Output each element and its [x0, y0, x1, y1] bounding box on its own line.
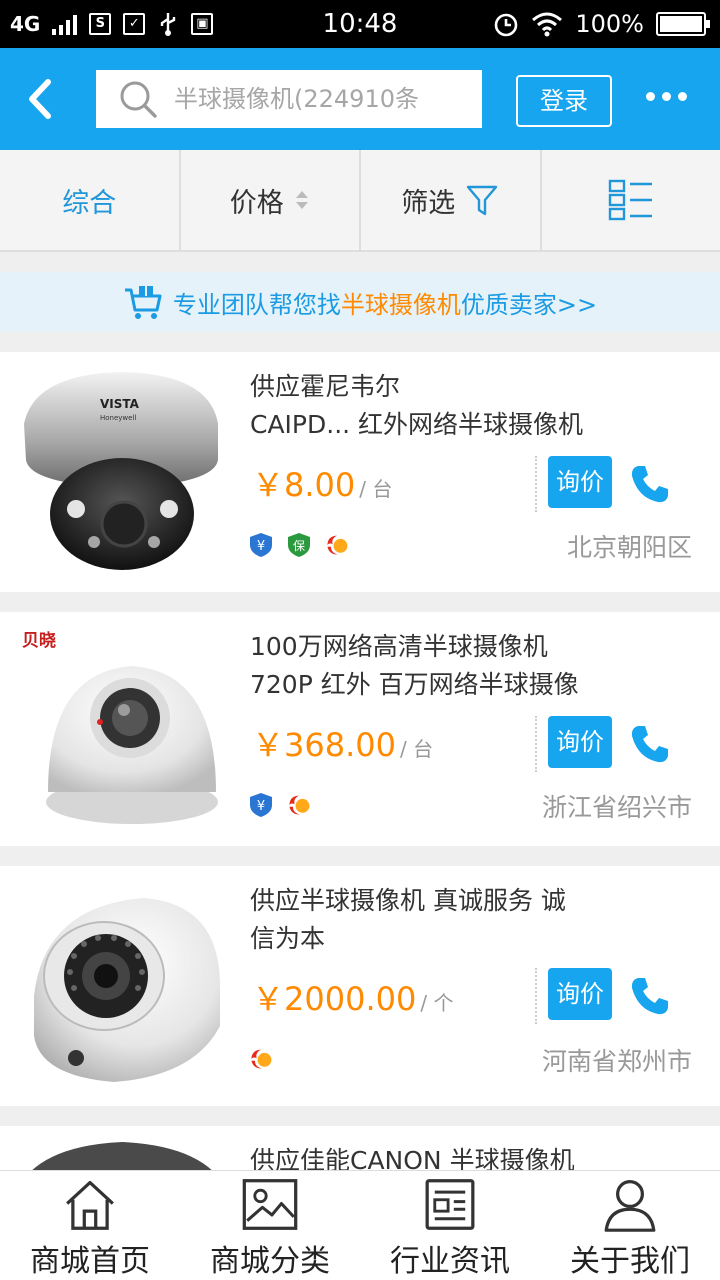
- product-location: 北京朝阳区: [566, 533, 692, 562]
- tab-label: 筛选: [401, 187, 456, 219]
- svg-text:¥: ¥: [257, 539, 265, 554]
- yen-shield-icon: ¥: [250, 533, 272, 557]
- flame-icon: [289, 795, 310, 815]
- product-price: ￥8.00/ 台: [252, 460, 392, 506]
- tab-filter[interactable]: 筛选: [361, 150, 542, 250]
- product-location: 河南省郑州市: [541, 1047, 692, 1076]
- price-unit: / 台: [399, 737, 434, 761]
- trust-badges: ¥: [248, 792, 312, 818]
- price-value: ￥8.00: [252, 466, 356, 504]
- search-box[interactable]: [96, 70, 482, 128]
- alarm-icon: [495, 13, 518, 37]
- price-unit: / 个: [420, 991, 454, 1015]
- product-card[interactable]: 贝晓 100万网络高清半球摄像机 720P 红外 百万网络半球摄像 ￥368.0…: [0, 612, 720, 846]
- product-title[interactable]: 100万网络高清半球摄像机 720P 红外 百万网络半球摄像: [250, 628, 690, 704]
- nav-label: 关于我们: [570, 1244, 690, 1279]
- price-value: ￥2000.00: [252, 980, 417, 1018]
- status-right: 100%: [493, 0, 710, 48]
- news-icon: [425, 1179, 475, 1230]
- person-icon: [604, 1180, 656, 1232]
- seller-finder-banner[interactable]: 专业团队帮您找 半球摄像机 优质卖家>>: [0, 272, 720, 332]
- title-line-1: 供应霍尼韦尔: [250, 372, 401, 401]
- bao-shield-icon: 保: [288, 533, 310, 557]
- inquiry-button[interactable]: 询价: [548, 456, 612, 508]
- inquiry-button[interactable]: 询价: [548, 968, 612, 1020]
- yen-shield-icon: ¥: [250, 793, 272, 817]
- flame-icon: [251, 1049, 272, 1069]
- nav-category[interactable]: 商城分类: [180, 1171, 360, 1280]
- nav-about[interactable]: 关于我们: [540, 1171, 720, 1280]
- price-value: ￥368.00: [252, 726, 396, 764]
- brand-logo-text: 贝晓: [22, 631, 56, 651]
- search-input[interactable]: [174, 85, 474, 113]
- nav-news[interactable]: 行业资讯: [360, 1171, 540, 1280]
- brand-vista-text: VISTA: [100, 397, 140, 411]
- tab-label: 价格: [229, 187, 284, 219]
- tab-comprehensive[interactable]: 综合: [0, 150, 181, 250]
- image-icon: [242, 1179, 298, 1230]
- phone-icon[interactable]: [628, 974, 672, 1018]
- battery-percent: 100%: [575, 10, 644, 38]
- product-title[interactable]: 供应霍尼韦尔 CAIPD... 红外网络半球摄像机: [250, 368, 690, 444]
- divider: [535, 456, 537, 512]
- banner-prefix: 专业团队帮您找: [172, 290, 341, 319]
- wifi-icon: [532, 12, 563, 37]
- divider: [535, 716, 537, 772]
- product-card[interactable]: 供应半球摄像机 真诚服务 诚 信为本 ￥2000.00/ 个 询价 河南省郑州市: [0, 866, 720, 1106]
- trust-badges: [248, 1046, 274, 1072]
- divider: [535, 968, 537, 1024]
- phone-icon[interactable]: [628, 722, 672, 766]
- list-view-icon: [608, 179, 652, 221]
- product-title[interactable]: 供应半球摄像机 真诚服务 诚 信为本: [250, 882, 690, 958]
- title-line-2: CAIPD... 红外网络半球摄像机: [250, 410, 584, 439]
- price-unit: / 台: [359, 477, 393, 501]
- gift-cart-icon: [124, 286, 162, 319]
- battery-icon: [656, 12, 710, 36]
- title-line-1: 供应半球摄像机 真诚服务 诚: [250, 886, 566, 915]
- more-menu-icon[interactable]: [646, 92, 687, 101]
- nav-home[interactable]: 商城首页: [0, 1171, 180, 1280]
- status-bar: 4G S ✓ ▣ 10:48 100%: [0, 0, 720, 48]
- login-button[interactable]: 登录: [516, 75, 612, 127]
- product-price: ￥2000.00/ 个: [252, 974, 453, 1020]
- phone-icon[interactable]: [628, 462, 672, 506]
- banner-keyword: 半球摄像机: [340, 290, 461, 319]
- back-arrow-icon[interactable]: [18, 74, 68, 124]
- bottom-nav: 商城首页 商城分类 行业资讯 关于我们: [0, 1170, 720, 1280]
- svg-text:保: 保: [293, 539, 305, 553]
- nav-label: 商城分类: [210, 1244, 330, 1279]
- banner-suffix: 优质卖家>>: [460, 290, 598, 319]
- tab-label: 综合: [62, 187, 117, 219]
- product-location: 浙江省绍兴市: [541, 793, 692, 822]
- svg-text:¥: ¥: [257, 799, 265, 814]
- nav-label: 行业资讯: [390, 1244, 510, 1279]
- search-icon: [120, 81, 157, 118]
- home-icon: [66, 1180, 114, 1230]
- nav-label: 商城首页: [30, 1244, 150, 1279]
- brand-honeywell-text: Honeywell: [100, 414, 136, 422]
- inquiry-button[interactable]: 询价: [548, 716, 612, 768]
- tab-price[interactable]: 价格: [181, 150, 361, 250]
- filter-funnel-icon: [467, 185, 498, 216]
- top-header: 登录: [0, 48, 720, 150]
- title-line-2: 720P 红外 百万网络半球摄像: [250, 670, 579, 699]
- title-line-2: 信为本: [250, 924, 326, 953]
- app-root: 4G S ✓ ▣ 10:48 100% 登录: [0, 0, 720, 1280]
- sort-bar: 综合 价格 筛选: [0, 150, 720, 252]
- view-toggle-button[interactable]: [542, 150, 720, 250]
- sort-arrows-icon: [295, 191, 308, 209]
- product-image-dome-camera: VISTA Honeywell: [24, 372, 218, 570]
- product-image-dome-camera: 贝晓: [18, 628, 218, 824]
- product-price: ￥368.00/ 台: [252, 720, 433, 766]
- trust-badges: ¥ 保: [248, 532, 350, 558]
- product-card[interactable]: VISTA Honeywell 供应霍尼韦尔 CAIPD... 红外网络半球摄像…: [0, 352, 720, 592]
- title-line-1: 100万网络高清半球摄像机: [250, 632, 548, 661]
- flame-icon: [327, 535, 348, 555]
- product-image-dome-camera: [34, 898, 220, 1082]
